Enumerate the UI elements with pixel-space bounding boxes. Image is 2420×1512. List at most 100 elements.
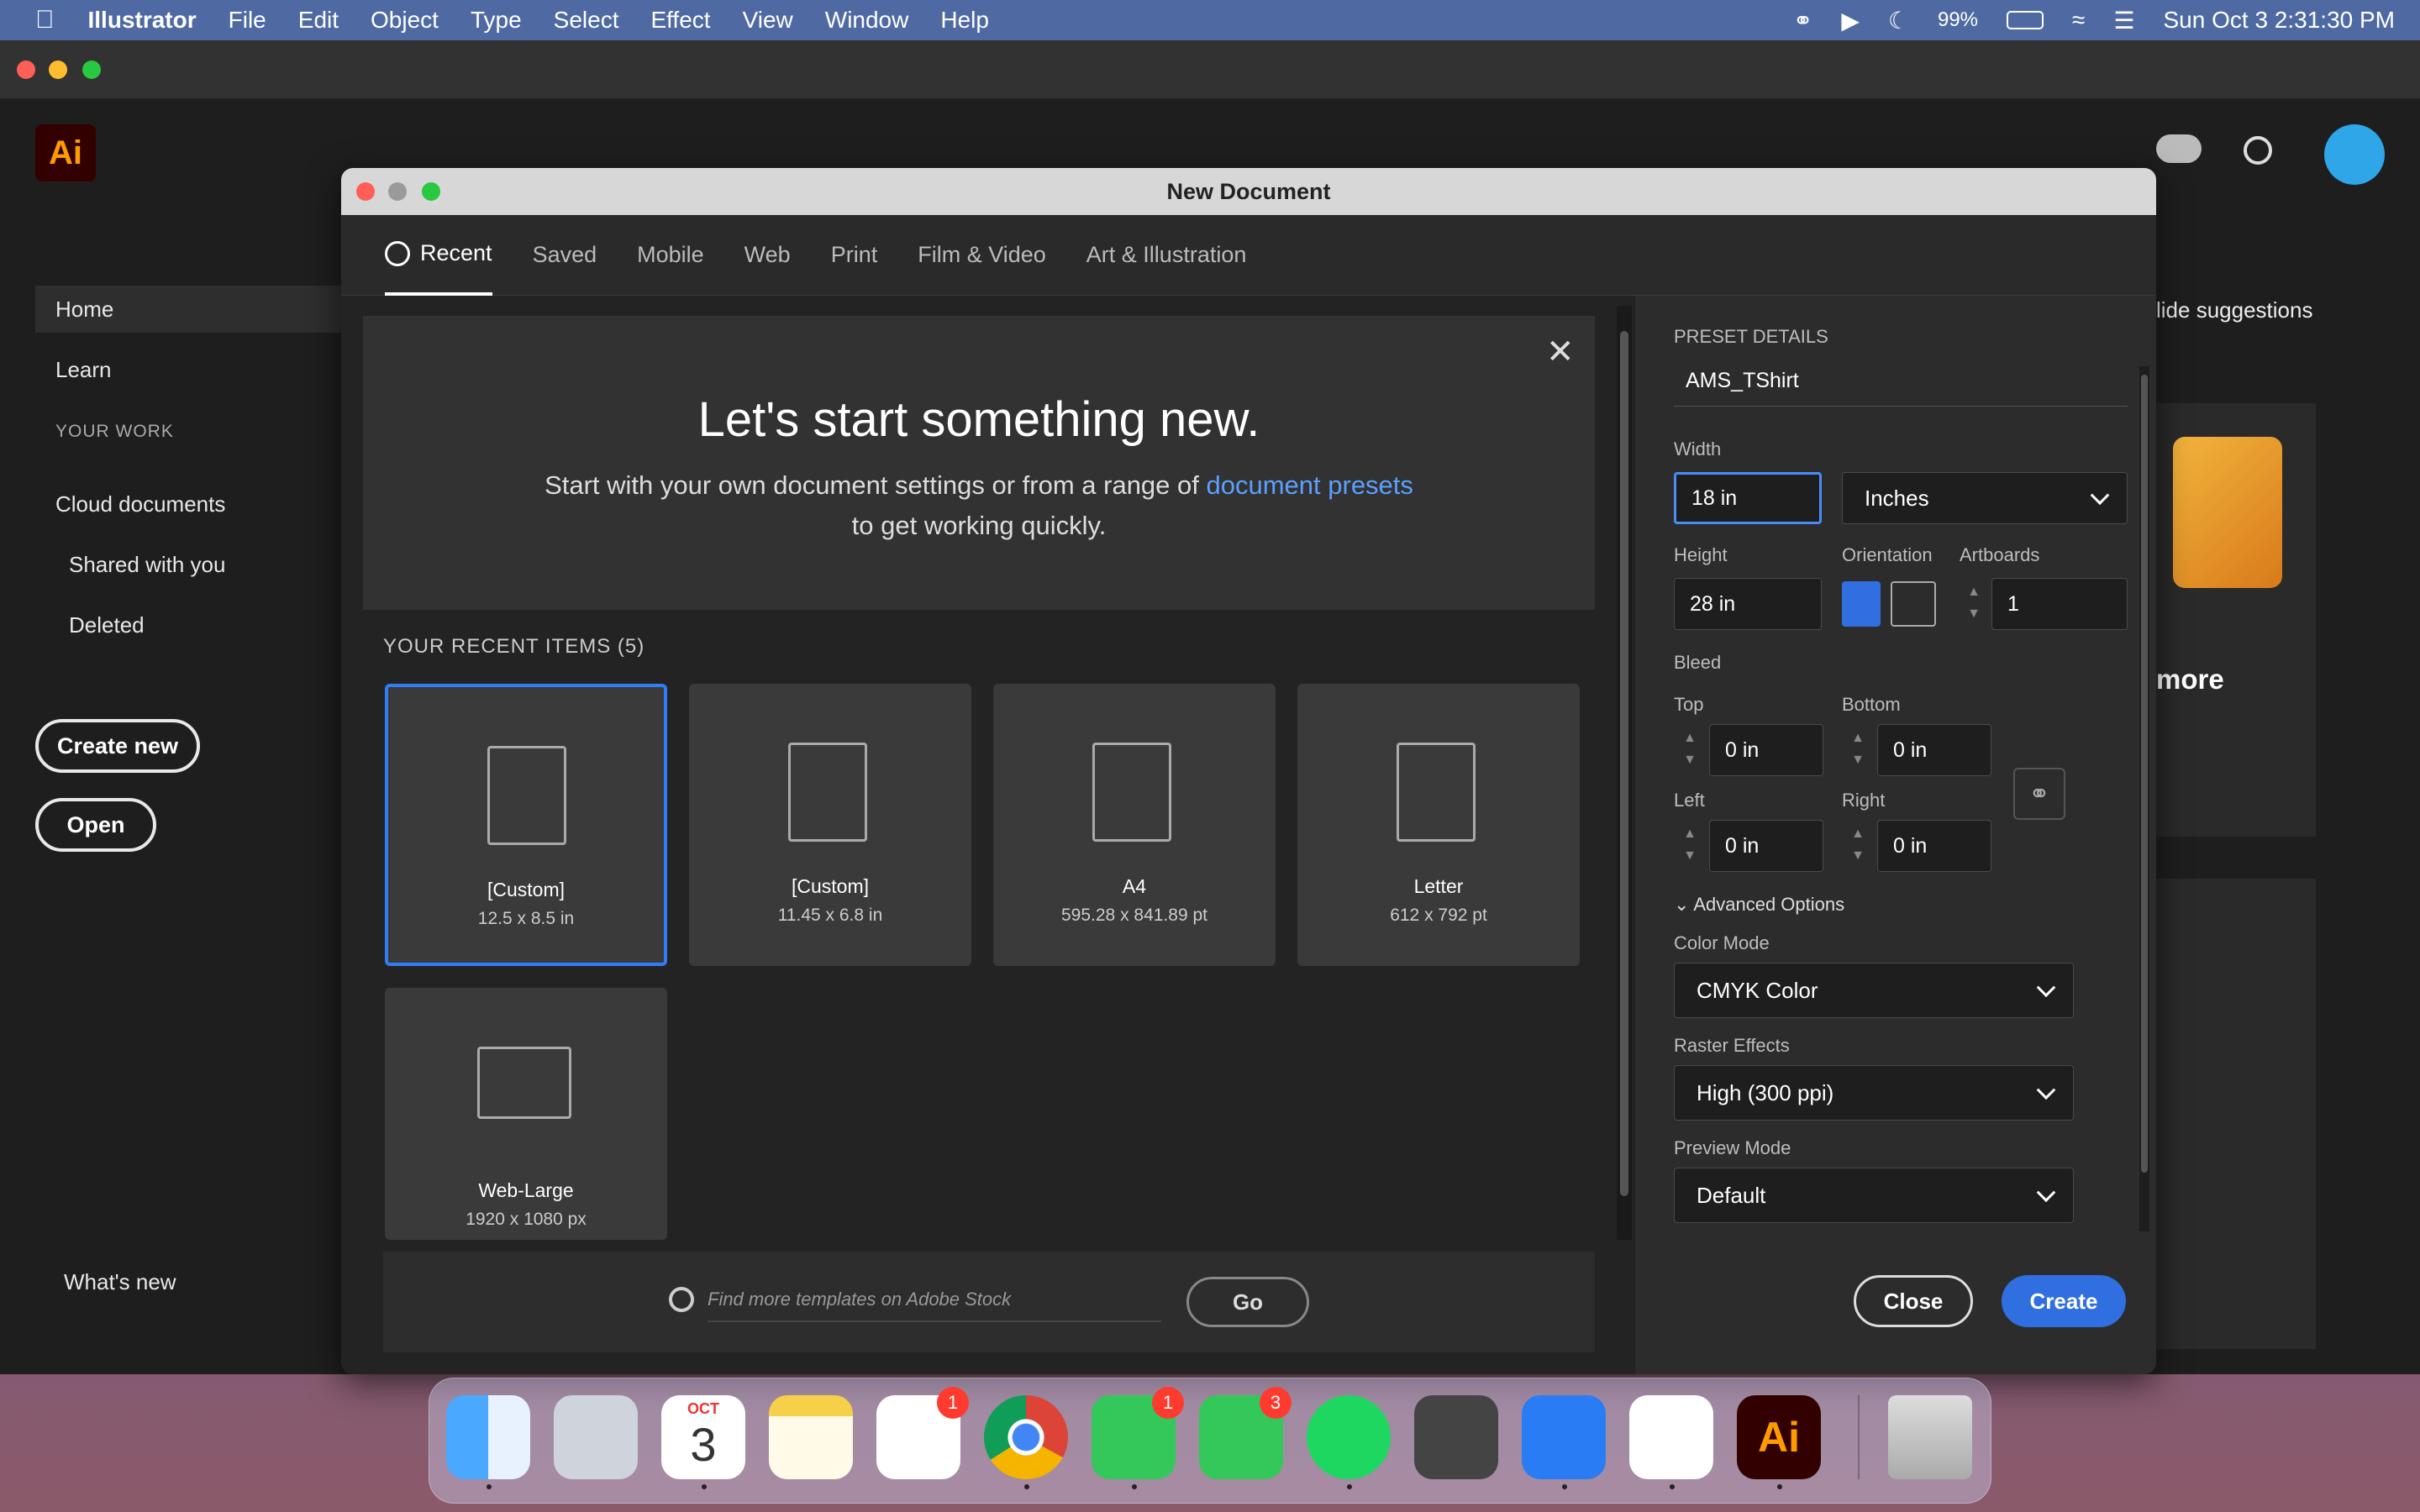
recent-item-card[interactable]: Letter 612 x 792 pt [1297,684,1580,966]
control-center-icon[interactable]: ☰ [2113,7,2134,34]
go-button[interactable]: Go [1186,1277,1309,1327]
tab-film-video[interactable]: Film & Video [918,215,1046,296]
menu-help[interactable]: Help [940,7,989,34]
color-mode-select[interactable]: CMYK Color [1674,963,2074,1018]
recent-item-name: Letter [1413,875,1464,897]
chrome-icon[interactable] [984,1395,1068,1489]
recent-item-size: 595.28 x 841.89 pt [1061,906,1207,925]
recent-scrollbar[interactable] [1617,306,1632,1240]
tab-mobile[interactable]: Mobile [637,215,704,296]
scroll-thumb[interactable] [2141,375,2148,1173]
finder-icon[interactable] [446,1395,530,1489]
pen-app-icon[interactable] [1522,1395,1606,1489]
preview-mode-select[interactable]: Default [1674,1168,2074,1223]
menu-window[interactable]: Window [825,7,909,34]
battery-icon[interactable] [2007,11,2044,29]
sidebar-item-home[interactable]: Home [35,286,346,333]
create-button[interactable]: Create [2002,1275,2126,1327]
avatar[interactable] [2324,124,2385,185]
running-indicator [1024,1484,1029,1489]
close-button[interactable]: Close [1854,1275,1973,1327]
clock[interactable]: Sun Oct 3 2:31:30 PM [2164,7,2396,34]
menu-view[interactable]: View [743,7,793,34]
bleed-left-stepper[interactable]: ▲ ▼ [1674,823,1706,867]
launchpad-icon[interactable] [554,1395,638,1479]
cloud-icon[interactable] [2156,134,2202,163]
search-icon[interactable] [2244,136,2272,165]
play-icon[interactable]: ▶ [1841,7,1860,34]
window-zoom-button[interactable] [82,60,101,79]
stock-search-input[interactable]: Find more templates on Adobe Stock [708,1278,1161,1322]
menu-type[interactable]: Type [471,7,522,34]
running-indicator [1670,1484,1675,1489]
scroll-thumb[interactable] [1620,331,1628,1196]
facetime-icon[interactable]: 3 [1199,1387,1292,1479]
open-button[interactable]: Open [35,798,156,852]
suggestion-card[interactable]: more [2156,403,2316,837]
trash-icon[interactable] [1888,1395,1972,1479]
preset-name-field[interactable]: AMS_TShirt [1674,356,2128,407]
link-bleed-icon[interactable]: ⚭ [2013,768,2065,820]
bleed-top-field[interactable]: 0 in [1709,724,1823,776]
menu-object[interactable]: Object [371,7,439,34]
units-select[interactable]: Inches [1842,472,2128,524]
menu-file[interactable]: File [229,7,266,34]
tab-saved[interactable]: Saved [533,215,597,296]
spotify-icon[interactable] [1307,1395,1391,1489]
hide-suggestions-link[interactable]: lide suggestions [2156,297,2312,323]
recent-item-card[interactable]: [Custom] 11.45 x 6.8 in [689,684,971,966]
tab-recent[interactable]: Recent [385,215,492,296]
advanced-options-toggle[interactable]: ⌄ Advanced Options [1674,894,1844,916]
recent-item-card[interactable]: [Custom] 12.5 x 8.5 in [385,684,667,966]
moon-icon[interactable]: ☾ [1888,7,1909,34]
apple-icon[interactable]:  [35,6,55,34]
recent-item-card[interactable]: A4 595.28 x 841.89 pt [993,684,1276,966]
bleed-bottom-field[interactable]: 0 in [1877,724,1991,776]
menu-app-name[interactable]: Illustrator [88,7,197,34]
raster-effects-label: Raster Effects [1674,1035,1790,1056]
illustrator-dock-icon[interactable]: Ai [1737,1395,1821,1489]
width-field[interactable]: 18 in [1674,472,1822,524]
sidebar-item-learn[interactable]: Learn [55,346,112,393]
running-indicator [487,1484,492,1489]
wifi-icon[interactable]: ≈ [2072,7,2085,34]
dialog-zoom-button[interactable] [422,182,440,201]
creative-cloud-icon[interactable]: ⚭ [1793,7,1812,34]
bleed-bottom-stepper[interactable]: ▲ ▼ [1842,727,1874,771]
window-minimize-button[interactable] [49,60,67,79]
tab-art-illustration[interactable]: Art & Illustration [1086,215,1247,296]
window-close-button[interactable] [17,60,35,79]
document-presets-link[interactable]: document presets [1207,470,1413,500]
whats-new-link[interactable]: What's new [64,1258,176,1305]
messages-icon[interactable]: 1 [1092,1387,1184,1489]
bleed-right-stepper[interactable]: ▲ ▼ [1842,823,1874,867]
sidebar-item-deleted[interactable]: Deleted [69,601,145,648]
sidebar-item-cloud-documents[interactable]: Cloud documents [55,480,225,528]
height-field[interactable]: 28 in [1674,578,1822,630]
artboards-field[interactable]: 1 [1991,578,2128,630]
bleed-top-stepper[interactable]: ▲ ▼ [1674,727,1706,771]
portrait-orientation-button[interactable] [1842,581,1881,627]
calculator-icon[interactable] [1414,1395,1498,1479]
recent-item-card[interactable]: Web-Large 1920 x 1080 px [385,988,667,1240]
tab-print[interactable]: Print [831,215,878,296]
close-icon[interactable]: ✕ [1546,333,1575,371]
bleed-right-field[interactable]: 0 in [1877,820,1991,872]
menu-effect[interactable]: Effect [650,7,710,34]
bleed-left-field[interactable]: 0 in [1709,820,1823,872]
calendar-icon[interactable]: OCT 3 [661,1395,745,1489]
sidebar-item-shared[interactable]: Shared with you [69,541,225,588]
artboards-stepper[interactable]: ▲ ▼ [1958,581,1990,625]
notes-icon[interactable] [769,1395,853,1479]
create-new-button[interactable]: Create new [35,719,200,773]
menu-select[interactable]: Select [554,7,619,34]
panel-scrollbar[interactable] [2139,366,2149,1231]
vscode-icon[interactable] [1629,1395,1713,1489]
landscape-orientation-button[interactable] [1891,581,1936,627]
recent-item-size: 612 x 792 pt [1390,906,1487,925]
dialog-close-button[interactable] [356,182,375,201]
raster-effects-select[interactable]: High (300 ppi) [1674,1065,2074,1121]
reminders-icon[interactable]: 1 [876,1387,969,1479]
tab-web[interactable]: Web [744,215,791,296]
menu-edit[interactable]: Edit [298,7,339,34]
